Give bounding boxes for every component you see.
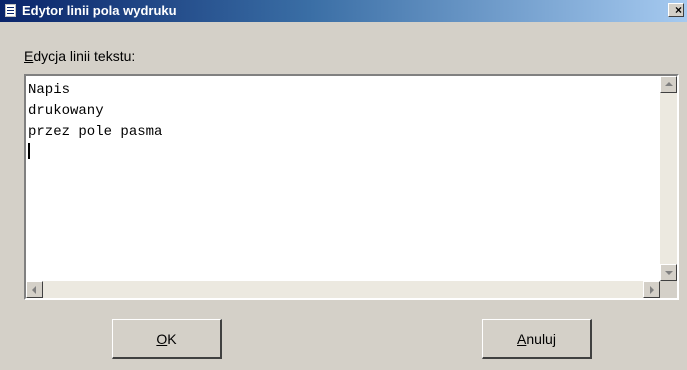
title-bar[interactable]: Edytor linii pola wydruku × xyxy=(0,0,687,22)
ok-button[interactable]: OK xyxy=(112,319,222,359)
scroll-up-button[interactable] xyxy=(660,76,677,93)
editor-text[interactable]: Napis drukowany przez pole pasma xyxy=(28,80,656,270)
text-line-label: Edycja linii tekstu: xyxy=(24,48,135,64)
window-title: Edytor linii pola wydruku xyxy=(22,3,177,18)
arrow-up-icon xyxy=(665,82,673,86)
close-button[interactable]: × xyxy=(668,3,684,17)
arrow-right-icon xyxy=(650,286,654,294)
arrow-down-icon xyxy=(665,271,673,275)
cancel-mnemonic: A xyxy=(517,330,527,347)
text-line-editor[interactable]: Napis drukowany przez pole pasma xyxy=(24,74,679,300)
label-text: dycja linii tekstu: xyxy=(33,48,136,64)
ok-mnemonic: O xyxy=(156,330,168,347)
arrow-left-icon xyxy=(32,286,36,294)
cancel-button[interactable]: Anuluj xyxy=(482,319,592,359)
scroll-right-button[interactable] xyxy=(643,281,660,298)
editor-text-value: Napis drukowany przez pole pasma xyxy=(28,82,163,140)
ok-label: K xyxy=(167,330,177,347)
vertical-scrollbar[interactable] xyxy=(660,76,677,281)
label-mnemonic: E xyxy=(24,48,34,64)
dialog-window: Edytor linii pola wydruku × Edycja linii… xyxy=(0,0,687,370)
scroll-down-button[interactable] xyxy=(660,264,677,281)
horizontal-scrollbar[interactable] xyxy=(26,281,660,298)
scroll-left-button[interactable] xyxy=(26,281,43,298)
scrollbar-corner xyxy=(660,281,677,298)
text-caret xyxy=(28,143,30,159)
cancel-label: nuluj xyxy=(526,330,556,347)
document-icon xyxy=(5,4,16,17)
close-icon: × xyxy=(675,3,683,17)
